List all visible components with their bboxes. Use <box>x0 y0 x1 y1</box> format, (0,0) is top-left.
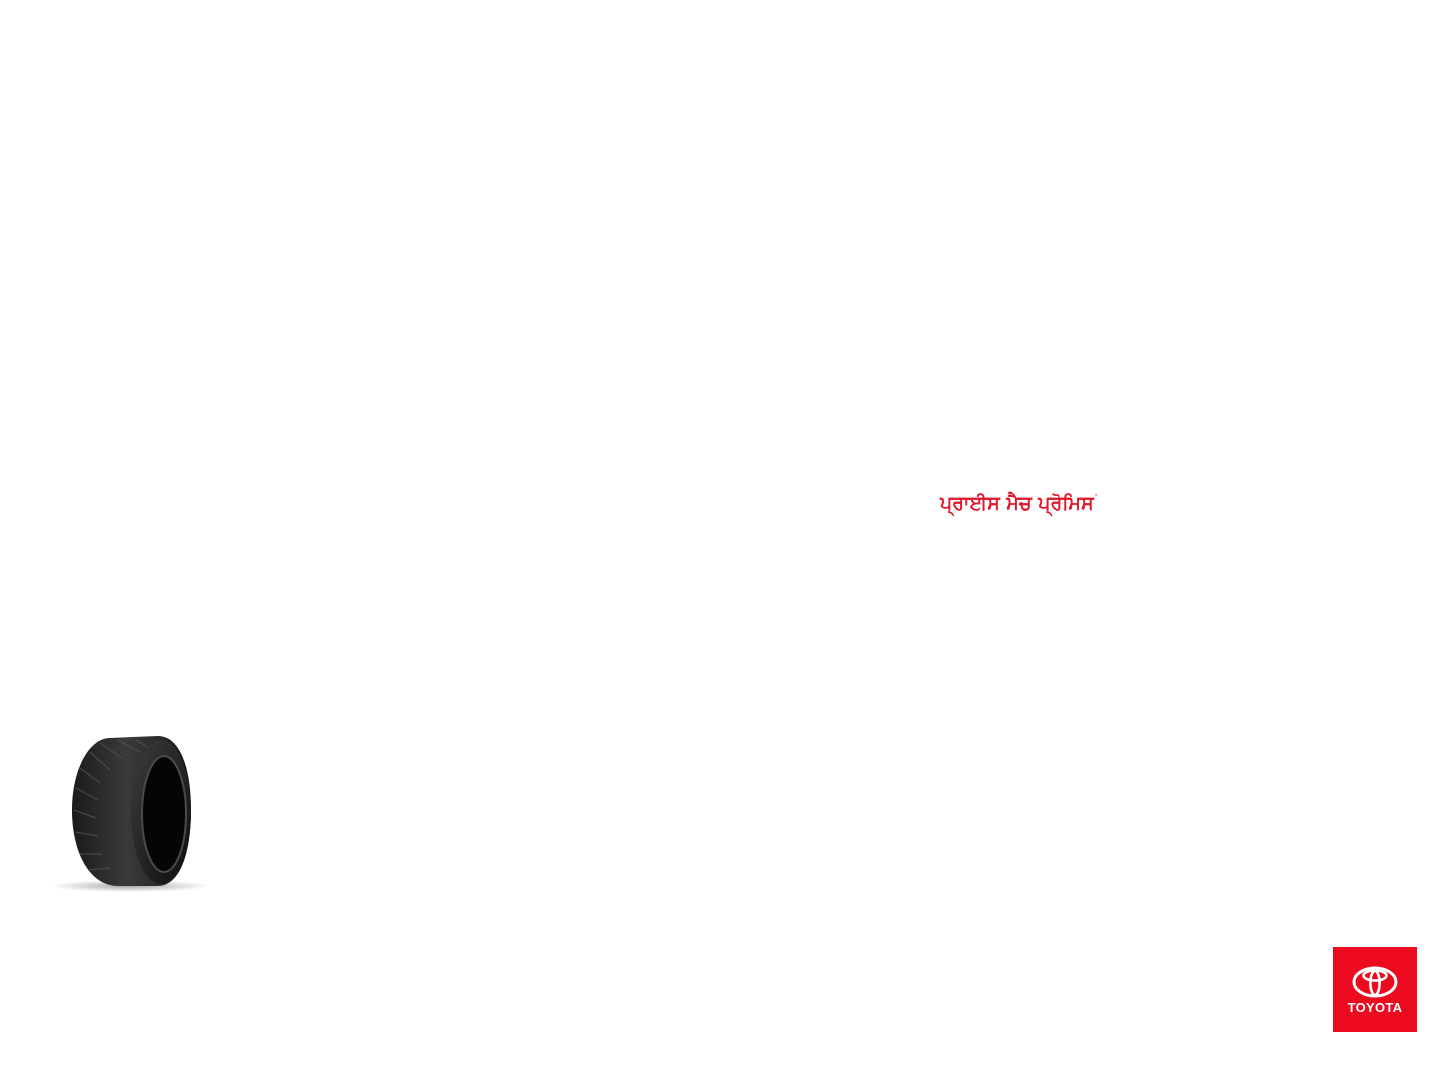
toyota-wordmark: TOYOTA <box>1347 1000 1403 1015</box>
toyota-logo[interactable]: TOYOTA <box>1333 947 1417 1032</box>
toyota-emblem-icon <box>1352 966 1398 998</box>
tire-icon <box>50 736 210 892</box>
tire-image <box>40 728 210 898</box>
headline-text: ਪ੍ਰਾਈਸ ਮੈਚ ਪ੍ਰੋਮਿਸ <box>940 492 1094 515</box>
trademark-mark: ˙ <box>1093 494 1099 505</box>
price-match-headline: ਪ੍ਰਾਈਸ ਮੈਚ ਪ੍ਰੋਮਿਸ˙ <box>940 486 1099 517</box>
